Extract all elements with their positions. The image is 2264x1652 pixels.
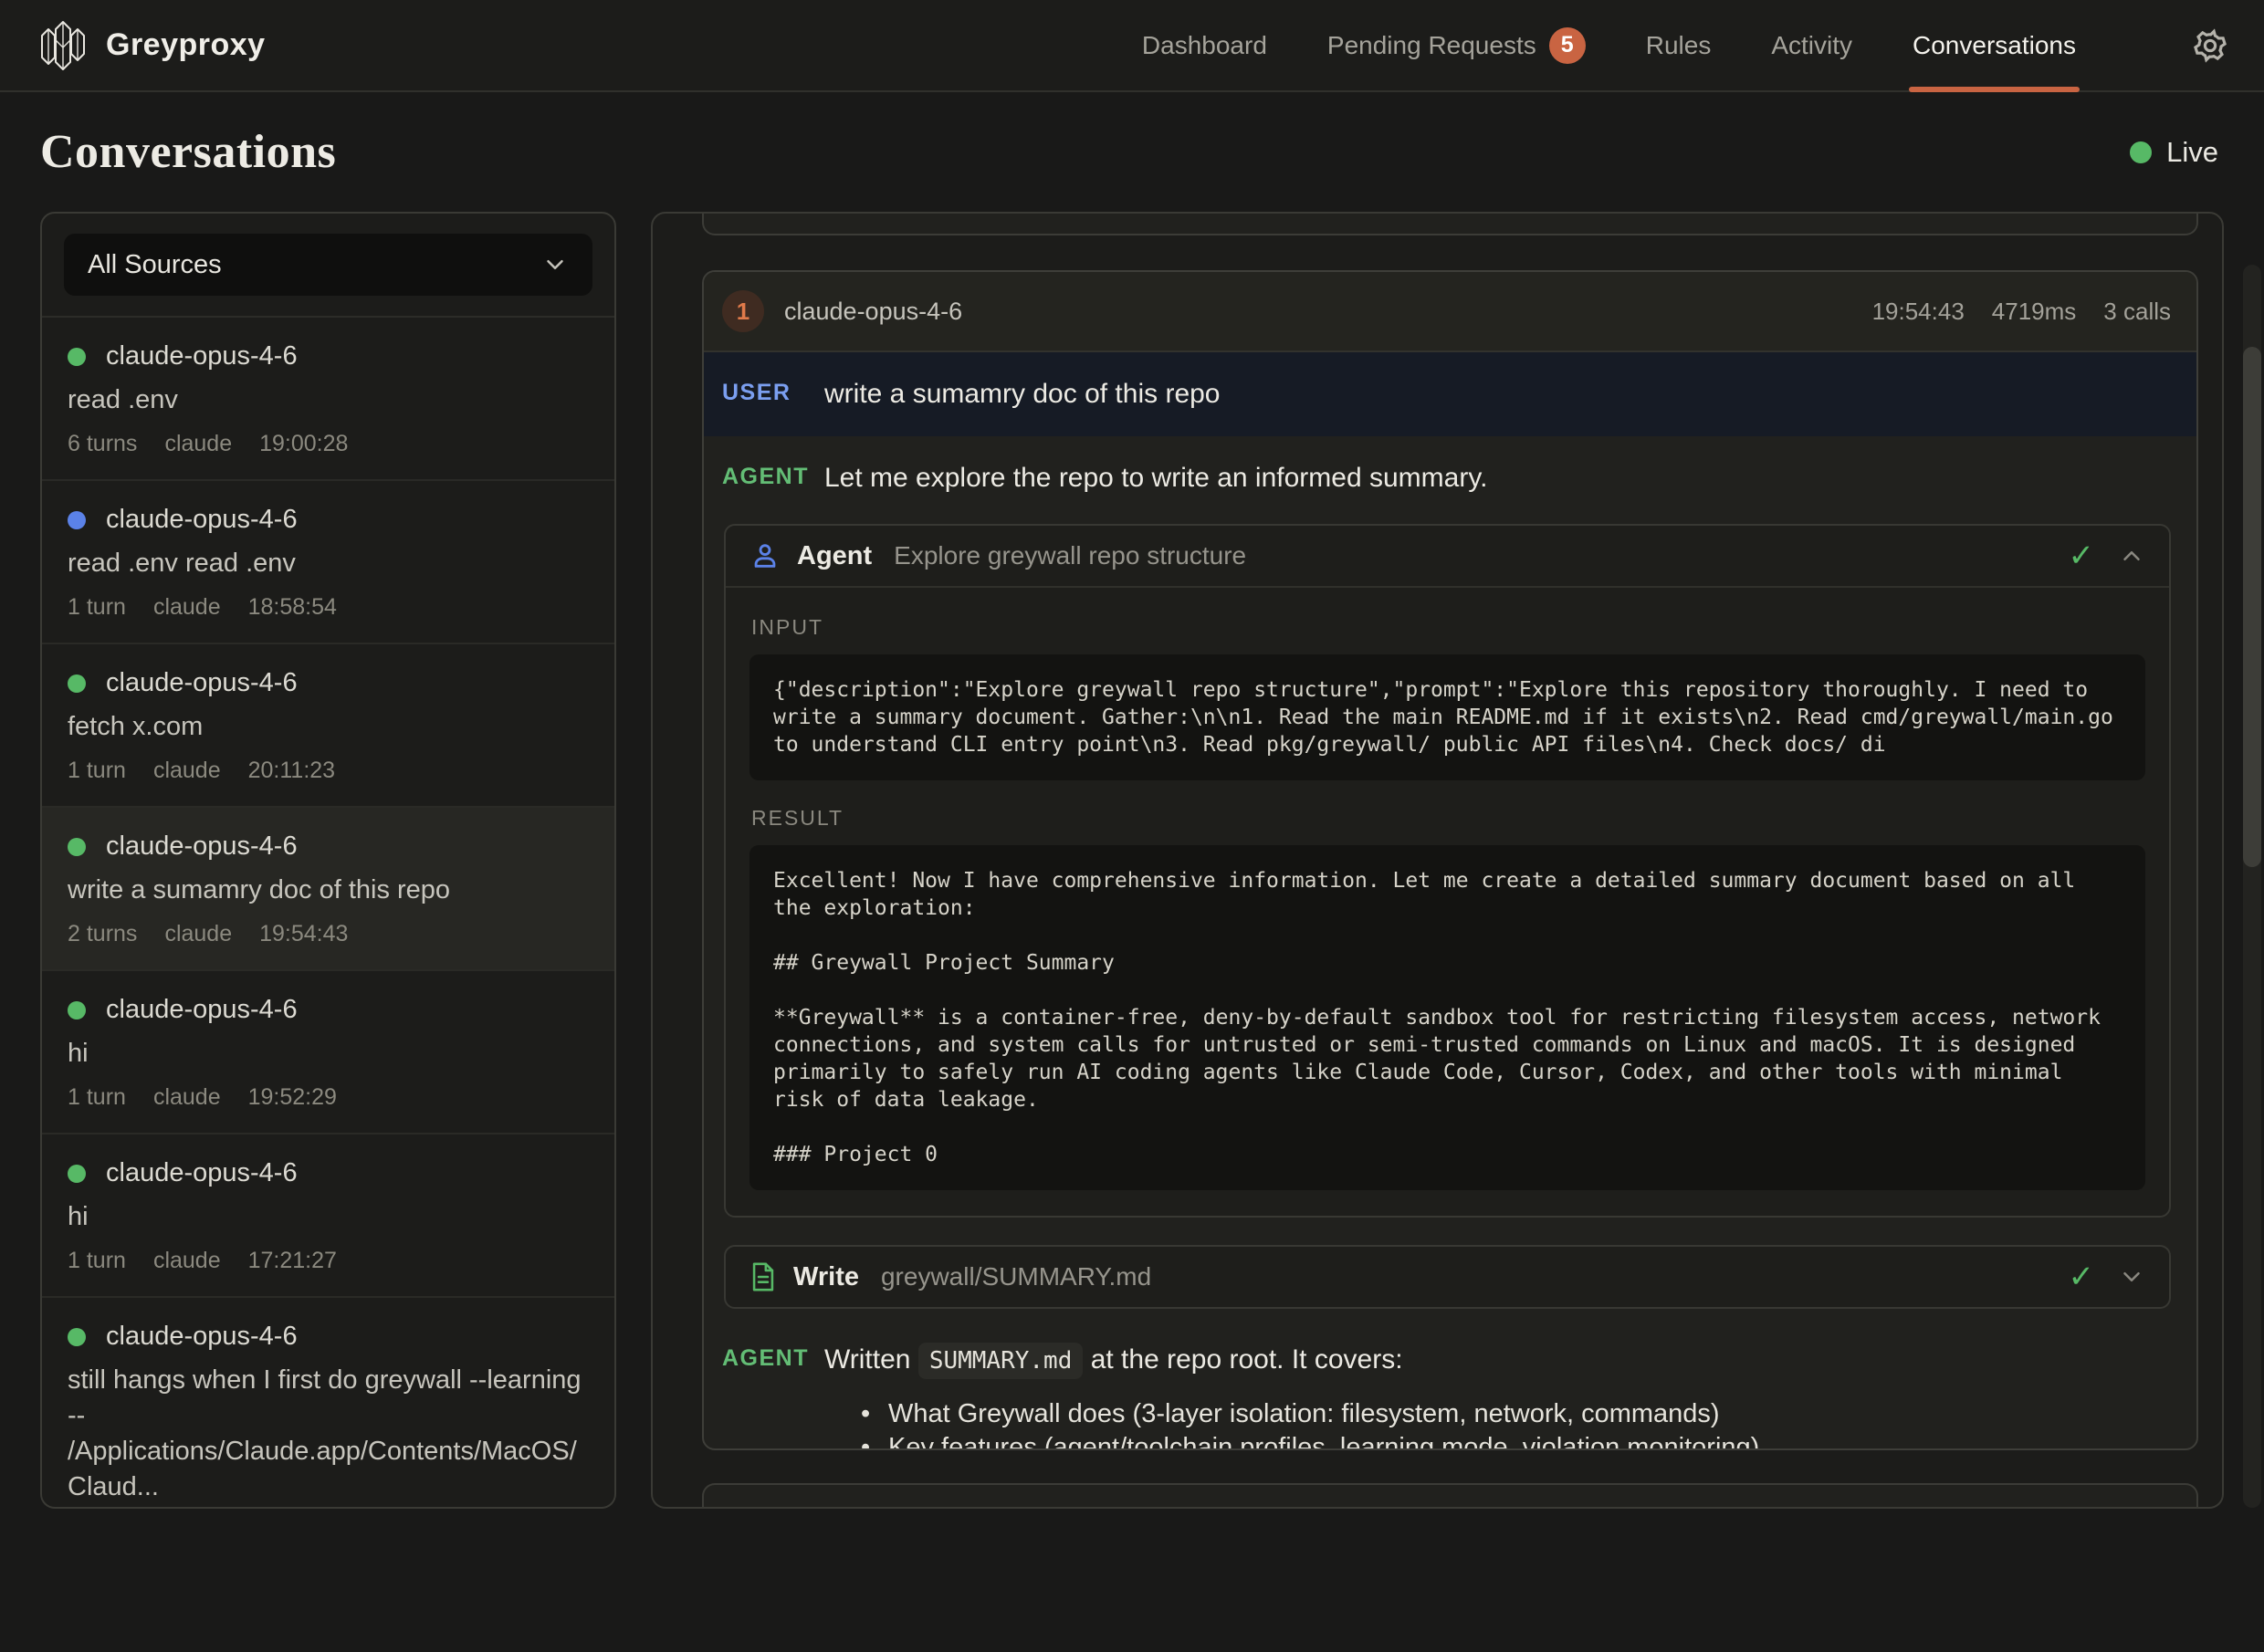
conversation-list-item[interactable]: claude-opus-4-6 hi 1 turnclaude19:52:29	[42, 971, 614, 1134]
conversation-sidebar: All Sources claude-opus-4-6 read .env 6 …	[40, 212, 616, 1509]
conversation-meta: 1 turnclaude18:58:54	[68, 594, 589, 621]
tool-input-code: {"description":"Explore greywall repo st…	[749, 654, 2145, 780]
source-filter-select[interactable]: All Sources	[64, 234, 592, 296]
user-role-label: USER	[722, 376, 824, 406]
agent-summary-text: Written SUMMARY.md at the repo root. It …	[824, 1342, 2171, 1379]
nav-item-pending-requests[interactable]: Pending Requests 5	[1327, 0, 1586, 90]
conversation-list-item[interactable]: claude-opus-4-6 hi 1 turnclaude17:21:27	[42, 1134, 614, 1298]
chevron-up-icon[interactable]	[2118, 542, 2145, 570]
result-label: RESULT	[751, 806, 2145, 831]
pending-count-badge: 5	[1549, 27, 1586, 64]
summary-bullet-list: What Greywall does (3-layer isolation: f…	[855, 1397, 2171, 1450]
previous-conversation-card-partial[interactable]	[702, 214, 2198, 235]
conversation-list-item[interactable]: claude-opus-4-6 fetch x.com 1 turnclaude…	[42, 644, 614, 808]
tool-name: Agent	[797, 541, 872, 571]
page-title: Conversations	[40, 125, 336, 179]
scrollbar-track[interactable]	[2243, 265, 2261, 1508]
nav-item-conversations[interactable]: Conversations	[1913, 0, 2076, 90]
nav-item-activity[interactable]: Activity	[1771, 0, 1852, 90]
write-tool-header[interactable]: Write greywall/SUMMARY.md ✓	[726, 1247, 2169, 1307]
status-dot-icon	[68, 1328, 86, 1346]
conversation-detail-panel: 1 claude-opus-4-6 19:54:43 4719ms 3 call…	[651, 212, 2224, 1509]
nav-item-rules[interactable]: Rules	[1646, 0, 1712, 90]
status-dot-icon	[68, 838, 86, 856]
user-message-row: USER write a sumamry doc of this repo	[704, 352, 2196, 436]
chevron-down-icon[interactable]	[2118, 1263, 2145, 1291]
agent-tool-body: INPUT {"description":"Explore greywall r…	[726, 588, 2169, 1216]
next-conversation-card-partial[interactable]	[702, 1483, 2198, 1507]
conversation-list-item[interactable]: claude-opus-4-6 still hangs when I first…	[42, 1298, 614, 1507]
user-message-text: write a sumamry doc of this repo	[824, 376, 1221, 413]
scrollbar-thumb[interactable]	[2243, 347, 2261, 867]
conversation-list-item[interactable]: claude-opus-4-6 read .env read .env 1 tu…	[42, 481, 614, 644]
conversation-list: claude-opus-4-6 read .env 6 turnsclaude1…	[42, 318, 614, 1507]
conversation-preview: hi	[68, 1036, 589, 1072]
brand[interactable]: Greyproxy	[37, 17, 266, 74]
tool-result-code: Excellent! Now I have comprehensive info…	[749, 845, 2145, 1190]
top-nav: Greyproxy Dashboard Pending Requests 5 R…	[0, 0, 2264, 92]
agent-tool-header[interactable]: Agent Explore greywall repo structure ✓	[726, 526, 2169, 588]
file-document-icon	[749, 1261, 777, 1292]
summary-bullet: What Greywall does (3-layer isolation: f…	[855, 1397, 2171, 1431]
conversation-model: claude-opus-4-6	[784, 298, 962, 326]
conversation-preview: read .env read .env	[68, 546, 589, 581]
greyproxy-logo-icon	[37, 17, 89, 74]
conversation-meta: 1 turnclaude19:52:29	[68, 1084, 589, 1111]
input-label: INPUT	[751, 615, 2145, 640]
turn-index-badge: 1	[722, 290, 764, 332]
brand-name: Greyproxy	[106, 27, 266, 63]
agent-turn-block: AGENT Let me explore the repo to write a…	[704, 436, 2196, 1450]
write-tool-card: Write greywall/SUMMARY.md ✓	[724, 1245, 2171, 1309]
conversation-meta: 1 turnclaude20:11:23	[68, 758, 589, 784]
tool-name: Write	[793, 1262, 859, 1292]
conversation-meta: 6 turnsclaude19:00:28	[68, 431, 589, 457]
live-dot-icon	[2130, 141, 2152, 163]
conversation-preview: write a sumamry doc of this repo	[68, 873, 589, 908]
agent-role-label: AGENT	[722, 460, 824, 490]
agent-summary-row: AGENT Written SUMMARY.md at the repo roo…	[722, 1342, 2171, 1450]
live-label: Live	[2166, 136, 2218, 169]
conversation-time: 19:54:43	[1872, 298, 1965, 326]
tool-description: Explore greywall repo structure	[894, 541, 1246, 570]
conversation-meta: 1 turnclaude17:21:27	[68, 1248, 589, 1274]
live-indicator: Live	[2130, 136, 2218, 169]
conversation-preview: hi	[68, 1199, 589, 1235]
settings-button[interactable]	[2191, 26, 2229, 65]
conversation-meta: 2 turnsclaude19:54:43	[68, 921, 589, 947]
agent-person-icon	[749, 540, 781, 571]
status-dot-icon	[68, 348, 86, 366]
conversation-preview: still hangs when I first do greywall --l…	[68, 1363, 589, 1505]
gear-icon	[2191, 26, 2229, 65]
summary-bullet: Key features (agent/toolchain profiles, …	[855, 1431, 2171, 1450]
agent-role-label: AGENT	[722, 1342, 824, 1372]
conversation-card: 1 claude-opus-4-6 19:54:43 4719ms 3 call…	[702, 270, 2198, 1450]
conversation-duration: 4719ms	[1992, 298, 2077, 326]
conversation-list-item-selected[interactable]: claude-opus-4-6 write a sumamry doc of t…	[42, 808, 614, 971]
nav-links: Dashboard Pending Requests 5 Rules Activ…	[1142, 0, 2229, 90]
success-check-icon: ✓	[2069, 540, 2095, 571]
status-dot-icon	[68, 674, 86, 693]
conversation-card-header: 1 claude-opus-4-6 19:54:43 4719ms 3 call…	[704, 272, 2196, 352]
conversation-calls: 3 calls	[2103, 298, 2171, 326]
active-tab-underline	[1909, 87, 2080, 92]
conversation-preview: fetch x.com	[68, 709, 589, 745]
conversation-preview: read .env	[68, 382, 589, 418]
status-dot-icon	[68, 1165, 86, 1183]
agent-intro-text: Let me explore the repo to write an info…	[824, 460, 1487, 497]
agent-tool-card: Agent Explore greywall repo structure ✓ …	[724, 524, 2171, 1218]
conversation-stats: 19:54:43 4719ms 3 calls	[1872, 298, 2171, 326]
status-dot-icon	[68, 511, 86, 529]
conversation-list-item[interactable]: claude-opus-4-6 read .env 6 turnsclaude1…	[42, 318, 614, 481]
status-dot-icon	[68, 1001, 86, 1019]
tool-file-path: greywall/SUMMARY.md	[881, 1262, 1151, 1291]
nav-item-dashboard[interactable]: Dashboard	[1142, 0, 1267, 90]
inline-code-filename: SUMMARY.md	[918, 1343, 1084, 1379]
chevron-down-icon	[541, 251, 569, 278]
page-content: Conversations Live All Sources	[0, 125, 2264, 1509]
success-check-icon: ✓	[2069, 1261, 2095, 1292]
